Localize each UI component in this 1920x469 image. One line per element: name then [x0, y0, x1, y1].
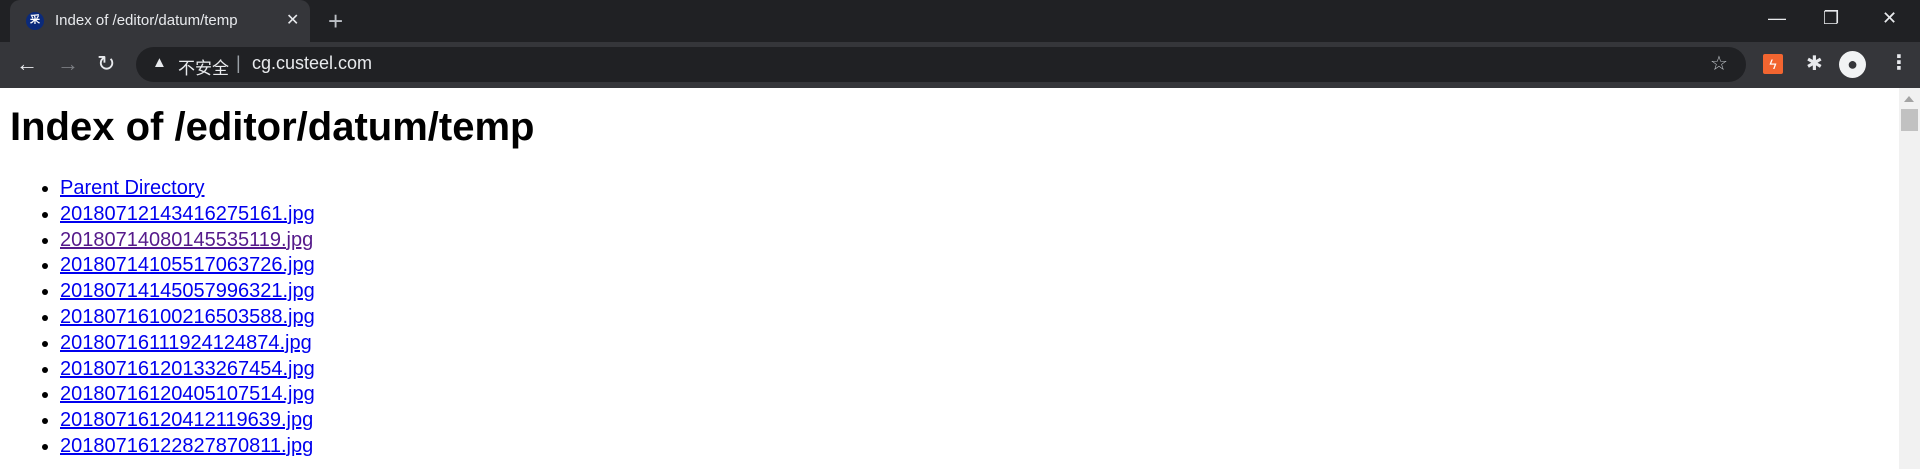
- file-link[interactable]: 20180712143416275161.jpg: [60, 203, 315, 225]
- restore-button[interactable]: ❐: [1823, 8, 1839, 29]
- minimize-button[interactable]: —: [1768, 8, 1786, 29]
- tab-active[interactable]: 采 Index of /editor/datum/temp ✕: [10, 0, 310, 42]
- separator: |: [236, 53, 241, 73]
- tab-close-icon[interactable]: ✕: [286, 10, 299, 30]
- list-item: 20180714080145535119.jpg: [60, 228, 1899, 254]
- file-link[interactable]: 20180714080145535119.jpg: [60, 229, 313, 251]
- file-list: Parent Directory 20180712143416275161.jpg…: [10, 176, 1899, 460]
- scroll-up-arrow-icon[interactable]: [1904, 96, 1914, 102]
- file-link[interactable]: 20180716120133267454.jpg: [60, 358, 315, 380]
- parent-directory-link[interactable]: Parent Directory: [60, 177, 205, 199]
- list-item: 20180716122827870811.jpg: [60, 434, 1899, 460]
- list-item: 20180714145057996321.jpg: [60, 279, 1899, 305]
- browser-toolbar: ← → ↻ ▲ 不安全 | cg.custeel.com ☆: [0, 42, 1920, 88]
- warning-icon[interactable]: ▲: [152, 54, 167, 71]
- vertical-scrollbar[interactable]: [1899, 88, 1920, 469]
- file-link[interactable]: 20180716111924124874.jpg: [60, 332, 312, 354]
- list-item: 20180716100216503588.jpg: [60, 305, 1899, 331]
- reload-button[interactable]: ↻: [97, 51, 115, 77]
- list-item: 20180716120133267454.jpg: [60, 357, 1899, 383]
- address-bar[interactable]: ▲ 不安全 | cg.custeel.com ☆: [136, 47, 1746, 82]
- page-content: Index of /editor/datum/temp Parent Direc…: [0, 88, 1899, 469]
- site-favicon-icon: 采: [26, 12, 44, 30]
- url-text[interactable]: cg.custeel.com: [252, 53, 372, 74]
- list-item: 20180712143416275161.jpg: [60, 202, 1899, 228]
- close-window-button[interactable]: ✕: [1882, 8, 1897, 29]
- scrollbar-thumb[interactable]: [1901, 109, 1918, 131]
- tab-title: Index of /editor/datum/temp: [55, 12, 238, 29]
- profile-avatar-icon[interactable]: ●: [1839, 51, 1866, 78]
- file-link[interactable]: 20180714105517063726.jpg: [60, 254, 315, 276]
- file-link[interactable]: 20180716122827870811.jpg: [60, 435, 313, 457]
- file-link[interactable]: 20180716120412119639.jpg: [60, 409, 313, 431]
- list-item: 20180716111924124874.jpg: [60, 331, 1899, 357]
- file-link[interactable]: 20180716120405107514.jpg: [60, 383, 315, 405]
- new-tab-button[interactable]: +: [328, 6, 343, 37]
- list-item: Parent Directory: [60, 176, 1899, 202]
- file-link[interactable]: 20180716100216503588.jpg: [60, 306, 315, 328]
- extension-lightning-icon[interactable]: ϟ: [1763, 54, 1783, 74]
- tab-bar: 采 Index of /editor/datum/temp ✕ + — ❐ ✕: [0, 0, 1920, 42]
- file-link[interactable]: 20180714145057996321.jpg: [60, 280, 315, 302]
- list-item: 20180714105517063726.jpg: [60, 253, 1899, 279]
- forward-button[interactable]: →: [57, 51, 79, 77]
- back-button[interactable]: ←: [16, 51, 38, 77]
- menu-kebab-icon[interactable]: ⋮: [1889, 50, 1909, 75]
- bookmark-star-icon[interactable]: ☆: [1710, 51, 1728, 76]
- list-item: 20180716120405107514.jpg: [60, 382, 1899, 408]
- list-item: 20180716120412119639.jpg: [60, 408, 1899, 434]
- extensions-puzzle-icon[interactable]: ✱: [1806, 51, 1823, 76]
- insecure-label[interactable]: 不安全: [178, 54, 229, 79]
- page-title: Index of /editor/datum/temp: [10, 105, 535, 149]
